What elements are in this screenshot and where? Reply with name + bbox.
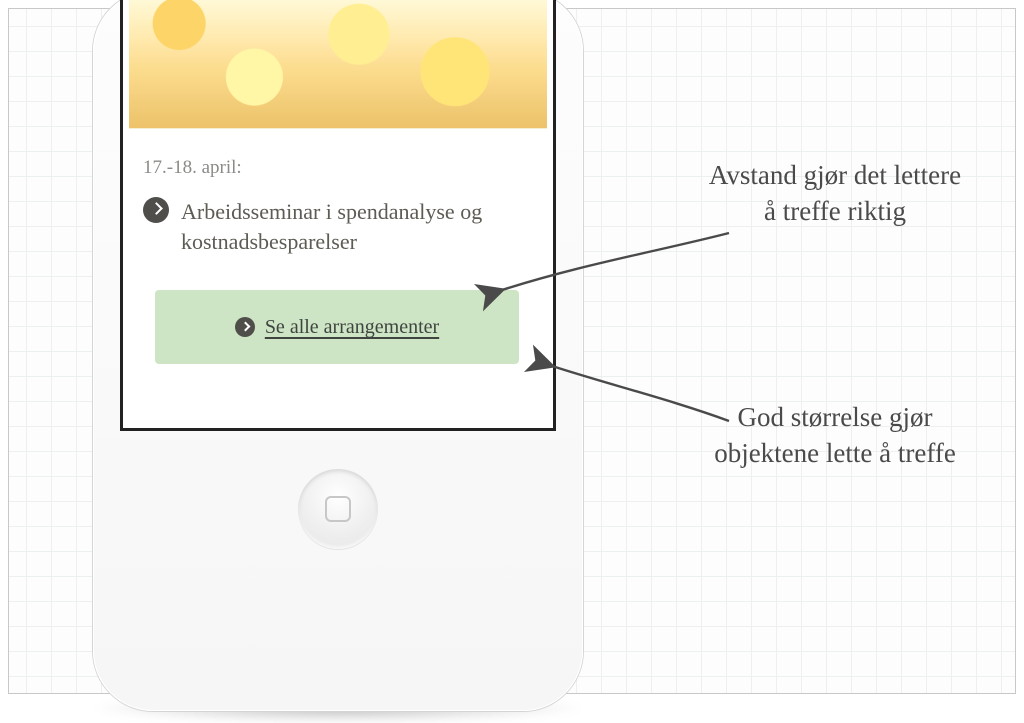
- event-title: Arbeidsseminar i spendanalyse og kostnad…: [181, 197, 531, 256]
- hero-image: [129, 0, 547, 129]
- content-area: 17.-18. april: Arbeidsseminar i spendana…: [123, 129, 553, 380]
- screen-frame: 17.-18. april: Arbeidsseminar i spendana…: [120, 0, 556, 431]
- chevron-right-icon: [235, 317, 255, 337]
- phone-mockup: 17.-18. april: Arbeidsseminar i spendana…: [93, 0, 583, 711]
- annotation-spacing: Avstand gjør det lettere å treffe riktig: [705, 157, 965, 230]
- home-icon: [325, 496, 351, 522]
- cta-label: Se alle arrangementer: [265, 316, 439, 339]
- screen: 17.-18. april: Arbeidsseminar i spendana…: [123, 0, 553, 428]
- annotation-size: God størrelse gjør objektene lette å tre…: [705, 399, 965, 472]
- event-date: 17.-18. april:: [143, 157, 531, 179]
- event-item[interactable]: Arbeidsseminar i spendanalyse og kostnad…: [143, 197, 531, 256]
- see-all-events-button[interactable]: Se alle arrangementer: [155, 290, 519, 364]
- home-button[interactable]: [298, 469, 378, 549]
- chevron-right-icon: [143, 197, 169, 223]
- grid-canvas: 17.-18. april: Arbeidsseminar i spendana…: [8, 8, 1016, 694]
